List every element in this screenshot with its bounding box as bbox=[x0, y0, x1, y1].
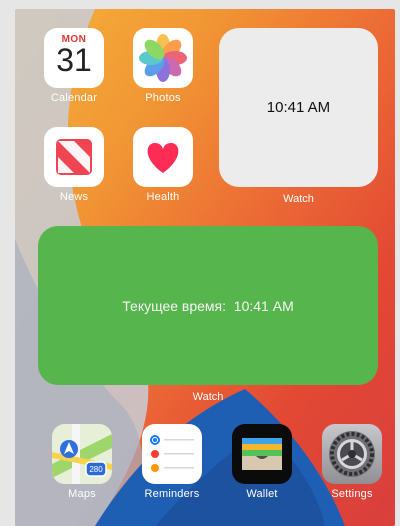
photos-icon bbox=[133, 28, 193, 88]
watch-time: 10:41 AM bbox=[266, 99, 331, 116]
app-label: Settings bbox=[331, 488, 373, 500]
home-screen: MON 31 Calendar Photos 10:41 AM Watch Ne… bbox=[15, 9, 395, 526]
news-icon bbox=[44, 127, 104, 187]
app-maps[interactable]: 280 Maps bbox=[42, 424, 122, 500]
app-wallet[interactable]: Wallet bbox=[222, 424, 302, 500]
app-label: Wallet bbox=[246, 488, 278, 500]
settings-gear-icon bbox=[322, 424, 382, 484]
app-health[interactable]: Health bbox=[123, 127, 203, 203]
maps-icon: 280 bbox=[52, 424, 112, 484]
reminders-icon bbox=[142, 424, 202, 484]
app-settings[interactable]: Settings bbox=[312, 424, 392, 500]
wallet-icon bbox=[232, 424, 292, 484]
app-label: Photos bbox=[145, 92, 181, 104]
health-icon bbox=[133, 127, 193, 187]
app-reminders[interactable]: Reminders bbox=[132, 424, 212, 500]
app-label: Reminders bbox=[144, 488, 200, 500]
calendar-day: 31 bbox=[56, 42, 92, 78]
watch-widget-small[interactable]: 10:41 AM bbox=[219, 28, 378, 187]
widget-label: Watch bbox=[283, 193, 314, 205]
app-calendar[interactable]: MON 31 Calendar bbox=[34, 28, 114, 104]
calendar-icon: MON 31 bbox=[44, 28, 104, 88]
app-news[interactable]: News bbox=[34, 127, 114, 203]
app-label: Maps bbox=[68, 488, 96, 500]
watch-time-text: Текущее время: 10:41 AM bbox=[122, 298, 294, 314]
app-photos[interactable]: Photos bbox=[123, 28, 203, 104]
watch-widget-large[interactable]: Текущее время: 10:41 AM bbox=[38, 226, 378, 385]
app-label: Calendar bbox=[50, 92, 98, 104]
route-badge-text: 280 bbox=[89, 465, 103, 474]
widget-label: Watch bbox=[192, 391, 224, 403]
app-label: News bbox=[59, 191, 89, 203]
app-label: Health bbox=[146, 191, 180, 203]
